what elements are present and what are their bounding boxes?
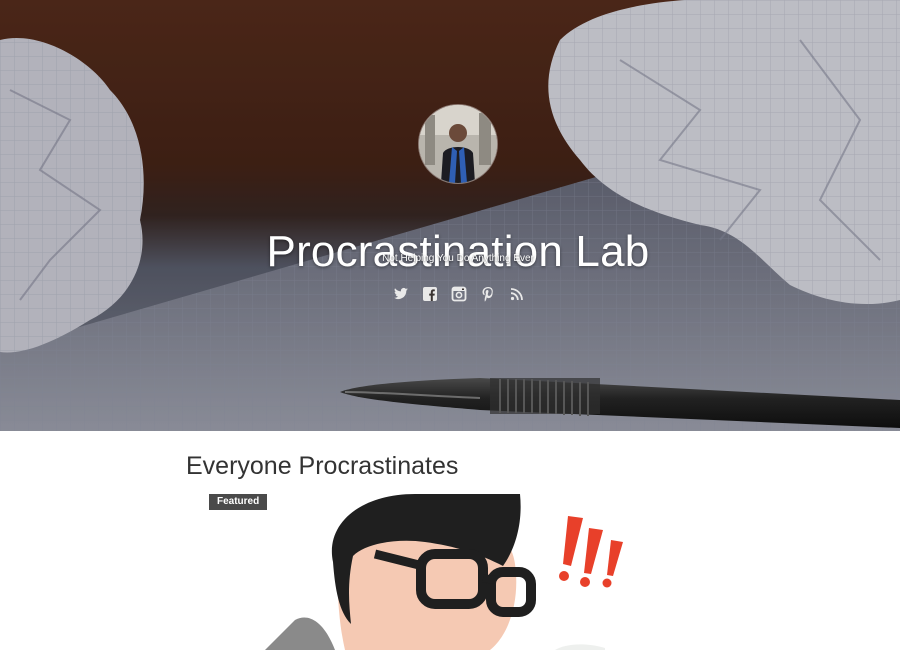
facebook-icon[interactable]: [422, 286, 438, 302]
pinterest-icon[interactable]: [480, 286, 496, 302]
featured-image[interactable]: [265, 494, 645, 650]
social-links: [393, 286, 525, 302]
exclamation-marks-icon: [559, 516, 623, 588]
featured-badge: Featured: [209, 494, 268, 510]
avatar-photo: [419, 105, 497, 183]
rss-icon[interactable]: [509, 286, 525, 302]
author-avatar[interactable]: [419, 105, 497, 183]
post-title[interactable]: Everyone Procrastinates: [186, 452, 458, 481]
hero-header: Procrastination Lab Not Helping You Do A…: [0, 0, 900, 431]
instagram-icon[interactable]: [451, 286, 467, 302]
site-tagline: Not Helping You Do Anything Ever: [382, 253, 534, 264]
twitter-icon[interactable]: [393, 286, 409, 302]
